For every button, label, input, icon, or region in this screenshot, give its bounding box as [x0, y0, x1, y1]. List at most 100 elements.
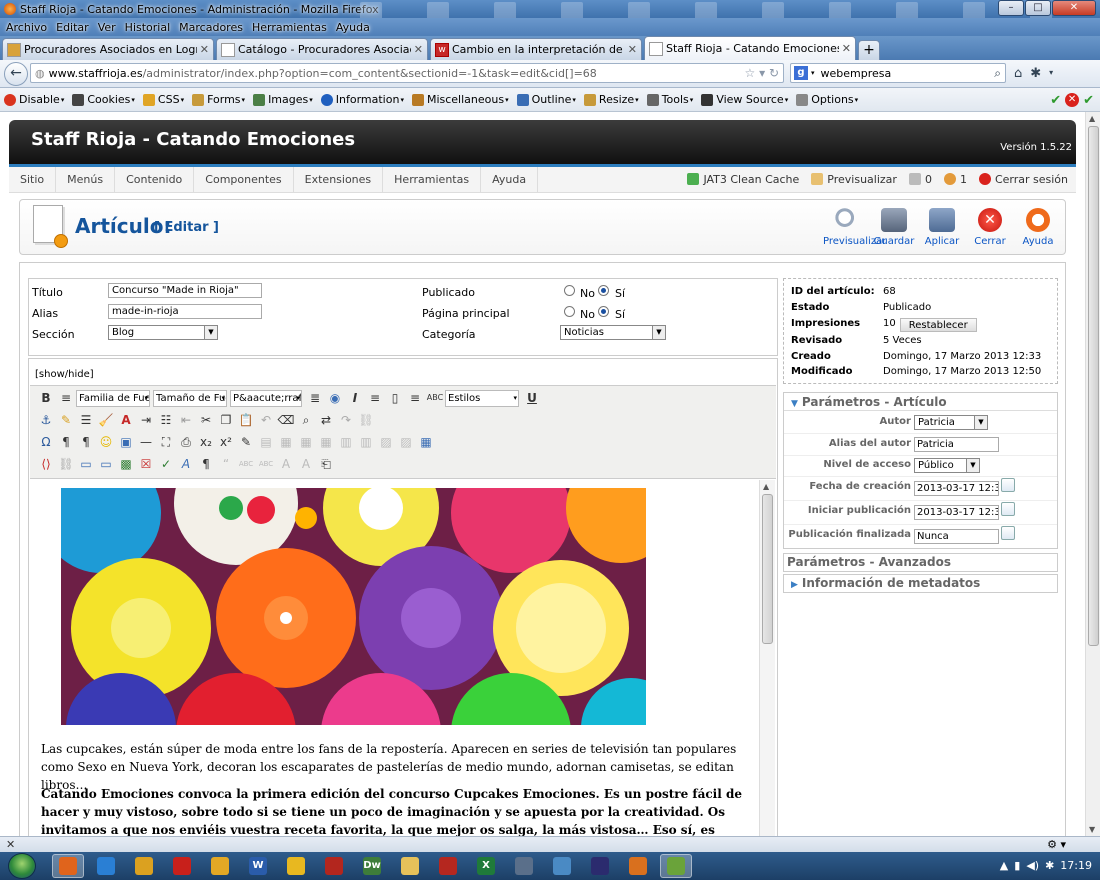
taskbar-app-games[interactable]	[660, 854, 692, 878]
taskbar-app-ie[interactable]	[90, 854, 122, 878]
scroll-up-icon[interactable]: ▲	[1089, 114, 1095, 123]
section-select[interactable]: Blog ▼	[108, 325, 218, 340]
clock[interactable]: 17:19	[1060, 859, 1092, 872]
browser-tab[interactable]: Procuradores Asociados en Logroño (... ✕	[2, 38, 214, 60]
created-date-input[interactable]: 2013-03-17 12:33:56	[914, 481, 999, 496]
messages-link[interactable]: 0	[908, 173, 932, 186]
replace-icon[interactable]: ⇄	[316, 411, 336, 429]
indent-icon[interactable]: ⇥	[136, 411, 156, 429]
bluetooth-icon[interactable]: ✱	[1045, 859, 1054, 872]
unlink-icon[interactable]: ⛓	[356, 411, 376, 429]
table-delete-icon[interactable]: ▨	[376, 433, 396, 451]
editor-content-area[interactable]: Las cupcakes, están súper de moda entre …	[30, 480, 759, 836]
bookmark-star-icon[interactable]: ☆ ▾ ↻	[745, 66, 779, 80]
addon-status-icon[interactable]: ⚙ ▾	[1047, 838, 1066, 851]
admin-menu-extensiones[interactable]: Extensiones	[294, 166, 384, 193]
preview-link[interactable]: Previsualizar	[811, 173, 897, 186]
style-icon[interactable]: A	[176, 455, 196, 473]
rtl-icon[interactable]: ¶	[76, 433, 96, 451]
dev-view-source[interactable]: View Source ▾	[701, 93, 788, 106]
logout-link[interactable]: Cerrar sesión	[978, 173, 1068, 186]
search-icon[interactable]: ⌕	[994, 66, 1001, 81]
save-button[interactable]: Guardar	[871, 208, 917, 247]
show-hide-toggle[interactable]: [show/hide]	[35, 369, 94, 380]
network-icon[interactable]: ▮	[1014, 859, 1020, 872]
start-button[interactable]	[8, 853, 36, 879]
layer-icon[interactable]: ▭	[76, 455, 96, 473]
menu-archivo[interactable]: Archivo	[6, 21, 47, 34]
html-icon[interactable]: ⟨⟩	[36, 455, 56, 473]
dev-css[interactable]: CSS ▾	[142, 93, 184, 106]
media-icon[interactable]: ▣	[116, 433, 136, 451]
browser-tab[interactable]: Catálogo - Procuradores Asociados e... ✕	[216, 38, 428, 60]
tray-expand-icon[interactable]: ▲	[1000, 859, 1008, 872]
calendar-icon[interactable]	[1001, 478, 1015, 492]
reset-hits-button[interactable]: Restablecer	[899, 318, 977, 332]
taskbar-app-media[interactable]	[204, 854, 236, 878]
taskbar-app-word[interactable]: W	[242, 854, 274, 878]
highlight-icon[interactable]: ✎	[56, 411, 76, 429]
chevron-down-icon[interactable]: ▾	[811, 69, 815, 77]
search-input[interactable]: webempresa	[821, 67, 892, 80]
close-button[interactable]: ✕ Cerrar	[967, 208, 1013, 247]
template-icon[interactable]: ▤	[256, 433, 276, 451]
italic-icon[interactable]: I	[345, 389, 365, 407]
omega-icon[interactable]: Ω	[36, 433, 56, 451]
browser-tab-active[interactable]: Staff Rioja - Catando Emociones - Ad... …	[644, 36, 856, 60]
copy-icon[interactable]: ❐	[216, 411, 236, 429]
spellcheck-icon[interactable]: ABC	[425, 389, 445, 407]
tab-close-icon[interactable]: ✕	[842, 42, 851, 55]
redo-icon[interactable]: ↷	[336, 411, 356, 429]
page-scroll-thumb[interactable]	[1088, 126, 1099, 646]
page-scrollbar[interactable]: ▲ ▼	[1085, 112, 1100, 836]
numbered-list-icon[interactable]: ☷	[156, 411, 176, 429]
justify-icon[interactable]: ≣	[305, 389, 325, 407]
pilcrow-icon[interactable]: ¶	[196, 455, 216, 473]
clean-cache-link[interactable]: JAT3 Clean Cache	[687, 173, 799, 186]
fullscreen-icon[interactable]: ⛶	[156, 433, 176, 451]
maximize-button[interactable]: □	[1025, 0, 1051, 16]
tab-close-icon[interactable]: ✕	[414, 43, 423, 56]
valid-check-icon[interactable]: ✔	[1083, 93, 1094, 108]
published-no-radio[interactable]	[564, 285, 575, 296]
table-col-icon[interactable]: ▦	[296, 433, 316, 451]
help-icon[interactable]: ◉	[325, 389, 345, 407]
taskbar-app-premiere[interactable]	[584, 854, 616, 878]
menu-herramientas[interactable]: Herramientas	[252, 21, 327, 34]
taskbar-app-calc[interactable]	[508, 854, 540, 878]
browser-tab[interactable]: w Cambio en la interpretación de la fec.…	[430, 38, 642, 60]
new-tab-button[interactable]: +	[858, 40, 880, 60]
calendar-icon[interactable]	[1001, 526, 1015, 540]
strikethrough-icon[interactable]: ≡	[56, 389, 76, 407]
home-icon[interactable]: ⌂	[1014, 66, 1022, 81]
url-bar[interactable]: ◍ www.staffrioja.es/administrator/index.…	[30, 63, 784, 83]
bullet-list-icon[interactable]: ☰	[76, 411, 96, 429]
scroll-down-icon[interactable]: ▼	[1089, 825, 1095, 834]
cleanup-icon[interactable]: 🧹	[96, 411, 116, 429]
addon-icon[interactable]: ✱	[1030, 66, 1041, 81]
dev-information[interactable]: Information ▾	[320, 93, 404, 106]
font-family-select[interactable]: Familia de Fuer ▾	[76, 389, 150, 407]
subscript-icon[interactable]: x₂	[196, 433, 216, 451]
preview-button[interactable]: Previsualizar	[823, 208, 886, 247]
table-split-icon[interactable]: ▥	[356, 433, 376, 451]
close-window-button[interactable]: ✕	[1052, 0, 1096, 16]
valid-check-icon[interactable]: ✔	[1050, 93, 1061, 108]
menu-ayuda[interactable]: Ayuda	[336, 21, 370, 34]
dev-forms[interactable]: Forms ▾	[192, 93, 245, 106]
title-input[interactable]: Concurso "Made in Rioja"	[108, 283, 262, 298]
text-color-icon[interactable]: A	[116, 411, 136, 429]
search-bar[interactable]: g ▾ webempresa ⌕	[790, 63, 1006, 83]
taskbar-app-opera[interactable]	[166, 854, 198, 878]
anchor-icon[interactable]: ⚓	[36, 411, 56, 429]
back-button[interactable]: ←	[4, 61, 28, 86]
taskbar-app-network[interactable]	[546, 854, 578, 878]
print-icon[interactable]: ⎙	[176, 433, 196, 451]
dev-outline[interactable]: Outline ▾	[516, 93, 576, 106]
table-icon[interactable]: ▦	[416, 433, 436, 451]
table-cell-icon[interactable]: ▦	[316, 433, 336, 451]
apply-button[interactable]: Aplicar	[919, 208, 965, 247]
close-findbar-icon[interactable]: ✕	[6, 838, 15, 851]
edit-icon[interactable]: ✎	[236, 433, 256, 451]
underline-icon[interactable]: U	[522, 389, 542, 407]
